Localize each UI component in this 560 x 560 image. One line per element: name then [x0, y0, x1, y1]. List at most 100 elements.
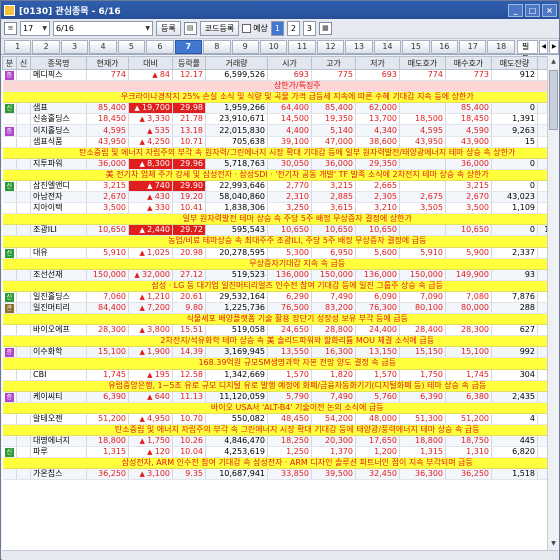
code-register-button[interactable]: 코드등록: [199, 21, 240, 36]
memo-row[interactable]: 무상증자기대감 지속 속 급등: [2, 258, 547, 270]
column-header[interactable]: 현재가: [86, 56, 129, 70]
tab-8[interactable]: 8: [203, 39, 231, 54]
stock-name[interactable]: 케이씨티: [30, 391, 87, 403]
stock-name[interactable]: 조선선재: [30, 269, 87, 281]
table-row[interactable]: 증 이지홀딩스 4,595 ▲ 535 13.18 22,015,830 4,400 5,14…: [2, 124, 547, 137]
table-row[interactable]: 관 일진머티리 84,400 ▲ 7,200 9.80 1,225,736 76,500 83…: [2, 302, 547, 315]
maximize-button[interactable]: □: [525, 3, 540, 17]
column-header[interactable]: 종목명: [30, 56, 87, 70]
page-button-3[interactable]: 3: [302, 21, 316, 36]
sort-icon[interactable]: ▤: [183, 22, 197, 35]
page-button-2[interactable]: 2: [286, 21, 300, 36]
grid-settings-icon[interactable]: ▦: [318, 22, 332, 35]
table-row[interactable]: 신 샘표 85,400 ▲ 19,700 29.98 1,959,266 64,400 85,…: [2, 102, 547, 115]
table-row[interactable]: 증 이수화학 15,100 ▲ 1,900 14.39 3,169,945 13,550 16…: [2, 346, 547, 359]
field-button[interactable]: 필드: [516, 39, 538, 63]
column-header[interactable]: 거래량: [205, 56, 268, 70]
tab-3[interactable]: 3: [60, 39, 89, 54]
stock-name[interactable]: 대유: [30, 247, 87, 259]
stock-name[interactable]: 조광ILI: [30, 224, 87, 237]
memo-row[interactable]: 2차전지/석유화학 테마 상승 속 美 솔리드파워와 할화리튬 MOU 체결 소…: [2, 335, 547, 348]
column-header[interactable]: 매수잔량: [537, 56, 547, 70]
table-row[interactable]: 증 케이씨티 6,390 ▲ 640 11.13 11,120,059 5,790 7,490…: [2, 391, 547, 403]
table-row[interactable]: 신 대유 5,910 ▲ 1,025 20.98 20,278,595 5,300 6,950…: [2, 247, 547, 259]
memo-row[interactable]: 우크라이나경작지 25% 손실 소식 및 식량 및 곡물 가격 급등세 지속에 …: [2, 91, 547, 104]
tab-16[interactable]: 16: [430, 39, 458, 54]
stock-name[interactable]: 샘표: [30, 102, 87, 115]
preview-checkbox[interactable]: 예상: [242, 23, 268, 34]
stock-name[interactable]: CBI: [30, 369, 87, 381]
scroll-down-icon[interactable]: ▼: [548, 538, 559, 550]
table-row[interactable]: 지투파워 36,000 ▲ 8,300 29.96 5,718,763 30,050 36,…: [2, 158, 547, 170]
group-number-select[interactable]: 17 ▼: [20, 21, 50, 36]
tab-12[interactable]: 12: [316, 39, 345, 54]
column-header[interactable]: 등락률: [172, 56, 206, 70]
page-button-1[interactable]: 1: [270, 21, 284, 36]
stock-name[interactable]: 대명에너지: [30, 435, 87, 448]
column-header[interactable]: 고가: [311, 56, 356, 70]
table-row[interactable]: 조선선재 150,000 ▲ 32,000 27.12 519,523 136,000 15…: [2, 269, 547, 281]
table-row[interactable]: 샘표식품 43,950 ▲ 4,250 10.71 705,638 39,100 47,00…: [2, 136, 547, 148]
memo-row[interactable]: 농업/비료 테마상승 속 최대주주 조광ILI, 주당 5주 배정 무상증자 결…: [2, 235, 547, 248]
table-row[interactable]: 신 파루 1,315 ▲ 120 10.04 4,253,619 1,250 1,370 1,2…: [2, 446, 547, 459]
table-row[interactable]: 아남전자 2,670 ▲ 430 19.20 58,040,860 2,310 2,885 2…: [2, 191, 547, 204]
vertical-scrollbar[interactable]: ▲ ▼: [547, 56, 559, 550]
section-row[interactable]: 상한가/특징주: [2, 80, 547, 93]
tab-14[interactable]: 14: [373, 39, 402, 54]
scroll-up-icon[interactable]: ▲: [548, 56, 559, 68]
stock-name[interactable]: 일진머티리: [30, 302, 87, 315]
stock-name[interactable]: 일진홀딩스: [30, 291, 87, 303]
stock-name[interactable]: 지투파워: [30, 158, 87, 170]
table-row[interactable]: 신송홀딩스 18,450 ▲ 3,330 21.78 23,910,671 14,500 1…: [2, 113, 547, 126]
tab-18[interactable]: 18: [487, 39, 515, 54]
tab-13[interactable]: 13: [345, 39, 373, 54]
table-row[interactable]: 알테오젠 51,200 ▲ 4,950 10.70 550,082 48,450 54,20…: [2, 413, 547, 426]
tab-5[interactable]: 5: [117, 39, 146, 54]
memo-row[interactable]: 바이오 USA서 'ALT-B4' 기술이전 논의 소식에 급등: [2, 402, 547, 414]
column-header[interactable]: 분: [2, 56, 17, 70]
menu-icon[interactable]: ≡: [4, 22, 17, 35]
stock-name[interactable]: 아남전자: [30, 191, 87, 204]
table-row[interactable]: 바이오에프 28,300 ▲ 3,800 15.51 519,058 24,650 28,8…: [2, 324, 547, 337]
column-header[interactable]: 매도호가: [399, 56, 446, 70]
table-row[interactable]: CBI 1,745 ▲ 195 12.58 1,342,669 1,570 1,820 1,5…: [2, 369, 547, 381]
table-row[interactable]: 조광ILI 10,650 ▲ 2,440 29.72 595,543 10,650 10,6…: [2, 224, 547, 237]
stock-name[interactable]: 가온칩스: [30, 468, 87, 481]
table-row[interactable]: 가온칩스 36,250 ▲ 3,100 9.35 10,687,941 33,850 39,…: [2, 468, 547, 481]
minimize-button[interactable]: _: [508, 3, 523, 17]
memo-row[interactable]: 일부 원자력발전 테마 상승 속 주당 5주 배정 무상증자 결정에 상한가: [2, 213, 547, 226]
tab-7[interactable]: 7: [174, 39, 203, 54]
stock-name[interactable]: 삼진엘앤디: [30, 180, 87, 193]
memo-row[interactable]: 삼성전자, ARM 인수전 참여 기대감 속 삼성전자ㆍARM 디자인 솔루션 …: [2, 457, 547, 470]
register-button[interactable]: 등록: [156, 21, 181, 36]
tab-15[interactable]: 15: [402, 39, 430, 54]
tab-prev-icon[interactable]: ◀: [538, 39, 549, 54]
column-header[interactable]: 대비: [128, 56, 173, 70]
tab-11[interactable]: 11: [288, 39, 316, 54]
table-row[interactable]: 증 메디픽스 774 ▲ 84 12.17 6,599,526 693 775 693 774 77…: [2, 69, 547, 82]
table-row[interactable]: 대명에너지 18,800 ▲ 1,750 10.26 4,846,470 18,250 20…: [2, 435, 547, 448]
memo-row[interactable]: 탄소중립 및 에너지 자립주의 부각 속 원자력/그린에너지 시장 확대 기대감…: [2, 147, 547, 159]
memo-row[interactable]: 美 전기차 업체 주가 강세 및 삼성전자ㆍ삼성SDIㆍ'전기차 공동 개발' …: [2, 169, 547, 181]
tab-next-icon[interactable]: ▶: [549, 39, 559, 54]
group-name-select[interactable]: 6/16 ▼: [53, 21, 153, 36]
stock-name[interactable]: 바이오에프: [30, 324, 87, 337]
column-header[interactable]: 매도잔량: [491, 56, 538, 70]
table-row[interactable]: 신 일진홀딩스 7,060 ▲ 1,210 20.61 29,532,164 6,290 7,…: [2, 291, 547, 303]
column-header[interactable]: 시가: [267, 56, 312, 70]
stock-name[interactable]: 샘표식품: [30, 136, 87, 148]
tab-6[interactable]: 6: [146, 39, 174, 54]
tab-1[interactable]: 1: [4, 39, 32, 54]
tab-4[interactable]: 4: [89, 39, 117, 54]
table-row[interactable]: 지아이텍 3,500 ▲ 330 10.41 1,838,306 3,250 3,615 3,…: [2, 202, 547, 215]
tab-17[interactable]: 17: [459, 39, 487, 54]
stock-name[interactable]: 이수화학: [30, 346, 87, 359]
close-button[interactable]: ×: [542, 3, 557, 17]
column-header[interactable]: 저가: [355, 56, 400, 70]
memo-row[interactable]: 탄소중립 및 에너지 자립주의 부각 속 그린에너지 시장 확대 기대감 등에 …: [2, 424, 547, 437]
tab-9[interactable]: 9: [231, 39, 259, 54]
memo-row[interactable]: 유럽중앙은행, 1~5조 유로 규모 디지털 유로 발행 예정에 화폐/금융자동…: [2, 380, 547, 392]
memo-row[interactable]: 삼성ㆍLG 등 대기업 일진머티리얼즈 인수전 참여 기대감 등에 일진 그룹주…: [2, 280, 547, 292]
memo-row[interactable]: 식물세포 배양플랫폼 기술 활용 장단기 성장성 보유 부각 등에 급등: [2, 313, 547, 326]
stock-name[interactable]: 메디픽스: [30, 69, 87, 82]
